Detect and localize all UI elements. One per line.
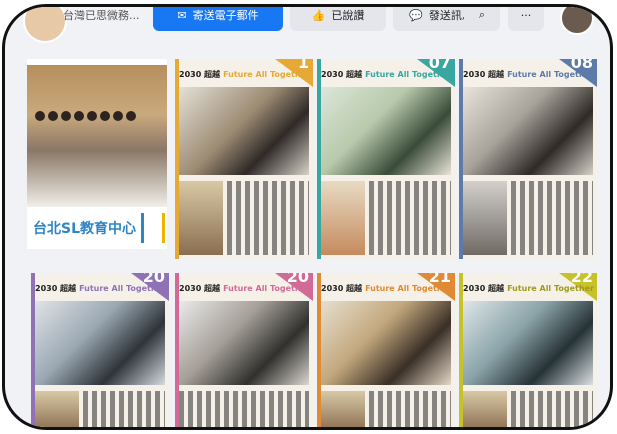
photo-banner: 台北SL教育中心 <box>27 207 167 249</box>
send-email-button[interactable]: ✉ 寄送電子郵件 <box>153 7 283 31</box>
poster-photo <box>179 301 309 385</box>
avatar[interactable] <box>560 7 594 35</box>
page-action-bar: 台灣已思微務... ✉ 寄送電子郵件 👍 已說讚 💬 發送訊息 ⌕ ··· <box>5 7 610 43</box>
poster-inset-photo <box>321 181 365 255</box>
search-button[interactable]: ⌕ <box>464 7 500 31</box>
poster-number: 21 <box>428 273 451 286</box>
poster-title: 2030 超越 Future All Together <box>179 70 310 79</box>
poster-inset-photo <box>35 391 79 427</box>
poster-card[interactable]: 2030 超越 Future All Together 1 <box>175 59 313 259</box>
poster-body-text <box>179 391 309 427</box>
group-photo <box>27 65 167 207</box>
screenshot-frame: 台灣已思微務... ✉ 寄送電子郵件 👍 已說讚 💬 發送訊息 ⌕ ··· 台北… <box>2 4 613 430</box>
envelope-icon: ✉ <box>177 8 187 22</box>
poster-photo <box>321 87 451 175</box>
poster-header: 2030 超越 Future All Together 20 <box>31 273 169 301</box>
poster-header: 2030 超越 Future All Together 21 <box>317 273 455 301</box>
more-button[interactable]: ··· <box>508 7 544 31</box>
poster-photo <box>463 87 593 175</box>
poster-header: 2030 超越 Future All Together 22 <box>459 273 597 301</box>
page-name[interactable]: 台灣已思微務... <box>63 7 140 23</box>
search-icon: ⌕ <box>478 8 486 21</box>
poster-header: 2030 超越 Future All Together 07 <box>317 59 455 87</box>
more-icon: ··· <box>520 8 532 22</box>
poster-photo <box>35 301 165 385</box>
poster-number: 22 <box>570 273 593 286</box>
poster-inset-photo <box>321 391 365 427</box>
poster-body-text <box>511 181 593 255</box>
liked-button[interactable]: 👍 已說讚 <box>290 7 386 31</box>
brand-mark-icon <box>141 213 165 243</box>
photo-group-card[interactable]: 台北SL教育中心 <box>27 59 167 249</box>
poster-header: 2030 超越 Future All Together 1 <box>175 59 313 87</box>
poster-photo <box>321 301 451 385</box>
page-logo[interactable] <box>23 7 67 43</box>
thumbs-up-icon: 👍 <box>311 8 326 22</box>
poster-header: 2030 超越 Future All Together 08 <box>459 59 597 87</box>
poster-body-text <box>369 181 451 255</box>
poster-photo <box>463 301 593 385</box>
poster-body-text <box>369 391 451 427</box>
people-group <box>35 105 160 175</box>
poster-body-text <box>511 391 593 427</box>
poster-inset-photo <box>463 181 507 255</box>
poster-number: 1 <box>297 59 309 72</box>
poster-number: 20 <box>286 273 309 286</box>
poster-body-text <box>227 181 309 255</box>
banner-text: 台北SL教育中心 <box>33 221 137 237</box>
poster-card[interactable]: 2030 超越 Future All Together 07 <box>317 59 455 259</box>
poster-card[interactable]: 2030 超越 Future All Together 22 <box>459 273 597 427</box>
poster-card[interactable]: 2030 超越 Future All Together 21 <box>317 273 455 427</box>
poster-body-text <box>83 391 165 427</box>
poster-card[interactable]: 2030 超越 Future All Together 20 <box>31 273 169 427</box>
poster-header: 2030 超越 Future All Together 20 <box>175 273 313 301</box>
liked-label: 已說讚 <box>331 9 365 22</box>
send-email-label: 寄送電子郵件 <box>192 9 259 22</box>
poster-inset-photo <box>463 391 507 427</box>
poster-card[interactable]: 2030 超越 Future All Together 08 <box>459 59 597 259</box>
poster-photo <box>179 87 309 175</box>
poster-card[interactable]: 2030 超越 Future All Together 20 <box>175 273 313 427</box>
poster-inset-photo <box>179 181 223 255</box>
poster-number: 07 <box>428 59 451 72</box>
poster-number: 20 <box>142 273 165 286</box>
messenger-icon: 💬 <box>409 8 423 22</box>
poster-number: 08 <box>570 59 593 72</box>
